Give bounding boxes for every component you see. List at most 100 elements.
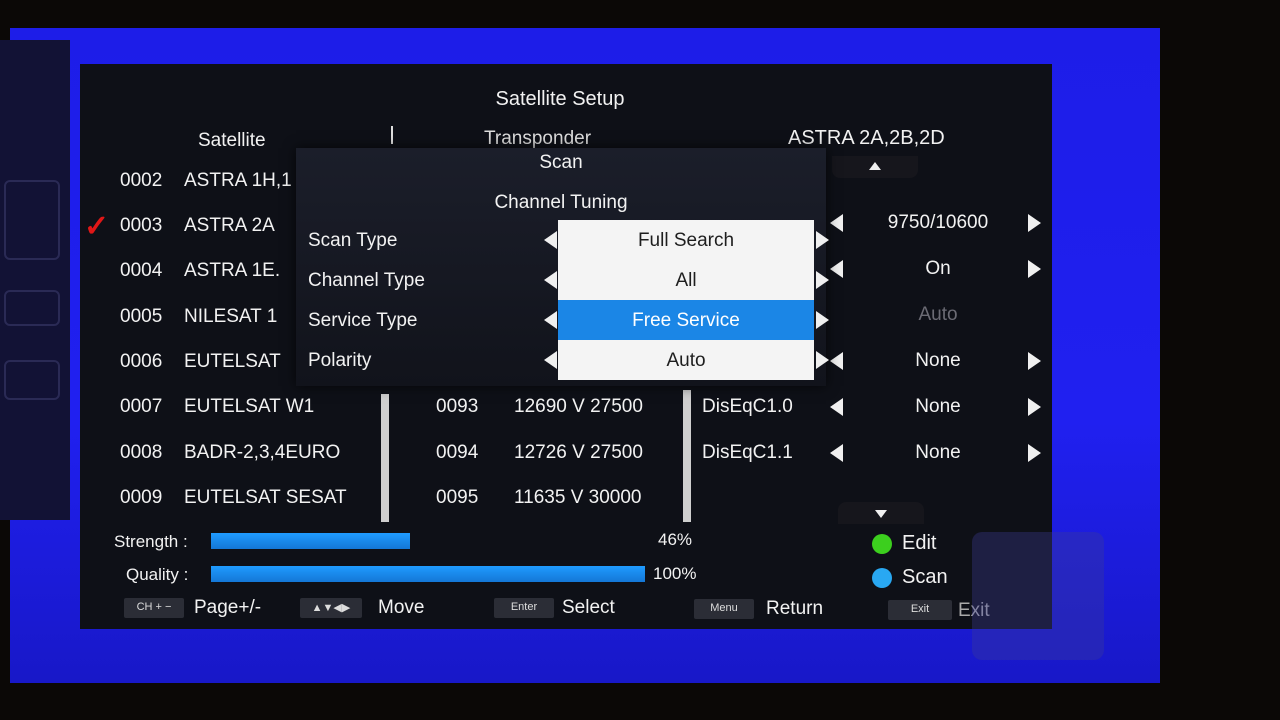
screen-left-strip — [0, 40, 70, 520]
polarity-value[interactable]: Auto — [558, 340, 814, 380]
transponder-number: 0095 — [436, 487, 479, 508]
scan-type-label: Scan Type — [308, 230, 398, 251]
transponder-value: 12726 V 27500 — [514, 442, 643, 463]
tv-badge-icon — [4, 180, 60, 260]
move-key-label: Move — [378, 597, 425, 618]
transponder-value: 12690 V 27500 — [514, 396, 643, 417]
param-value: 9750/10600 — [887, 212, 989, 233]
satellite-name: EUTELSAT W1 — [184, 396, 315, 417]
arrow-right-icon[interactable] — [816, 271, 829, 289]
transponder-number: 0093 — [436, 396, 479, 417]
arrow-right-icon[interactable] — [816, 231, 829, 249]
param-row-diseqc10[interactable]: DisEqC1.0 None — [698, 388, 1052, 428]
satellite-name: EUTELSAT — [184, 351, 281, 372]
quality-percent: 100% — [653, 564, 697, 583]
param-value: On — [925, 258, 951, 279]
arrow-right-icon[interactable] — [1028, 398, 1041, 416]
transponder-column-header: Transponder — [484, 128, 592, 149]
satellite-setup-osd: Satellite Setup Satellite Transponder AS… — [80, 64, 1052, 629]
return-key-label: Return — [766, 598, 824, 619]
service-type-value[interactable]: Free Service — [558, 300, 814, 340]
tv-badge-icon — [4, 290, 60, 326]
satellite-row[interactable]: 0009 EUTELSAT SESAT — [84, 477, 382, 517]
arrow-left-icon[interactable] — [544, 351, 557, 369]
tv-frame: Satellite Setup Satellite Transponder AS… — [0, 0, 1280, 720]
arrow-right-icon[interactable] — [1028, 214, 1041, 232]
arrow-right-icon[interactable] — [816, 351, 829, 369]
channel-type-value[interactable]: All — [558, 260, 814, 300]
arrow-left-icon[interactable] — [544, 271, 557, 289]
satellite-number: 0005 — [120, 306, 163, 327]
satellite-name: ASTRA 1E. — [184, 260, 281, 281]
satellite-number: 0009 — [120, 487, 163, 508]
satellite-number: 0003 — [120, 215, 163, 236]
transponder-list-scrollbar[interactable] — [683, 390, 691, 522]
dialog-value-column[interactable]: Full Search All Free Service Auto — [558, 220, 814, 380]
arrow-left-icon[interactable] — [544, 311, 557, 329]
transponder-number: 0094 — [436, 442, 479, 463]
scroll-down-icon[interactable] — [838, 502, 924, 524]
scan-dialog: Scan Channel Tuning Scan Type Channel Ty… — [296, 148, 829, 386]
param-row-diseqc11[interactable]: DisEqC1.1 None — [698, 434, 1052, 474]
satellite-name: ASTRA 1H,1 — [184, 170, 292, 191]
menu-key-icon: Menu — [694, 599, 754, 619]
param-label: DisEqC1.0 — [702, 396, 793, 417]
transponder-row[interactable]: 0094 12726 V 27500 — [396, 432, 686, 472]
selected-satellite-name: ASTRA 2A,2B,2D — [788, 127, 945, 149]
signal-panel: Strength : 46% Quality : 100% Edit Scan — [80, 524, 1052, 588]
strength-bar — [211, 533, 643, 549]
scan-legend-label: Scan — [902, 566, 948, 588]
satellite-row[interactable]: 0008 BADR-2,3,4EURO — [84, 432, 382, 472]
arrow-left-icon[interactable] — [830, 398, 843, 416]
strength-bar-fill — [211, 533, 410, 549]
param-value: None — [915, 442, 961, 463]
quality-bar-fill — [211, 566, 645, 582]
page-key-label: Page+/- — [194, 597, 262, 618]
arrow-right-icon[interactable] — [1028, 352, 1041, 370]
channel-type-label: Channel Type — [308, 270, 425, 291]
satellite-name: EUTELSAT SESAT — [184, 487, 347, 508]
scroll-up-icon[interactable] — [832, 156, 918, 178]
satellite-number: 0008 — [120, 442, 163, 463]
param-value: None — [915, 396, 961, 417]
param-label: DisEqC1.1 — [702, 442, 793, 463]
screen-reflection — [972, 532, 1104, 660]
tv-badge-icon — [4, 360, 60, 400]
satellite-list-scrollbar[interactable] — [381, 394, 389, 522]
transponder-row[interactable]: 0093 12690 V 27500 — [396, 386, 686, 426]
strength-percent: 46% — [658, 530, 693, 549]
arrow-right-icon[interactable] — [1028, 260, 1041, 278]
arrow-left-icon[interactable] — [830, 214, 843, 232]
service-type-label: Service Type — [308, 310, 418, 331]
arrow-left-icon[interactable] — [544, 231, 557, 249]
satellite-number: 0006 — [120, 351, 163, 372]
key-help-bar: CH + − Page+/- ▲▼◀▶ Move Enter Select Me… — [80, 590, 1052, 629]
satellite-number: 0007 — [120, 396, 163, 417]
move-key-icon: ▲▼◀▶ — [300, 598, 362, 618]
polarity-label: Polarity — [308, 350, 372, 371]
quality-bar — [211, 566, 645, 582]
transponder-row[interactable]: 0095 11635 V 30000 — [396, 477, 686, 517]
column-divider — [391, 126, 393, 144]
arrow-left-icon[interactable] — [830, 352, 843, 370]
blue-dot-icon — [872, 568, 892, 588]
param-value: None — [915, 350, 961, 371]
quality-label: Quality : — [126, 565, 189, 584]
scan-type-value[interactable]: Full Search — [558, 220, 814, 260]
arrow-left-icon[interactable] — [830, 260, 843, 278]
green-dot-icon — [872, 534, 892, 554]
checkmark-icon: ✓ — [84, 210, 110, 243]
arrow-right-icon[interactable] — [816, 311, 829, 329]
arrow-right-icon[interactable] — [1028, 444, 1041, 462]
satellite-name: NILESAT 1 — [184, 306, 278, 327]
satellite-name: ASTRA 2A — [184, 215, 275, 236]
page-title: Satellite Setup — [495, 88, 625, 110]
strength-label: Strength : — [114, 532, 188, 551]
exit-key-icon: Exit — [888, 600, 952, 620]
dialog-title: Scan — [539, 152, 583, 173]
satellite-column-header: Satellite — [198, 130, 266, 151]
transponder-value: 11635 V 30000 — [514, 487, 642, 508]
satellite-row[interactable]: 0007 EUTELSAT W1 — [84, 386, 382, 426]
arrow-left-icon[interactable] — [830, 444, 843, 462]
param-value: Auto — [918, 304, 958, 325]
